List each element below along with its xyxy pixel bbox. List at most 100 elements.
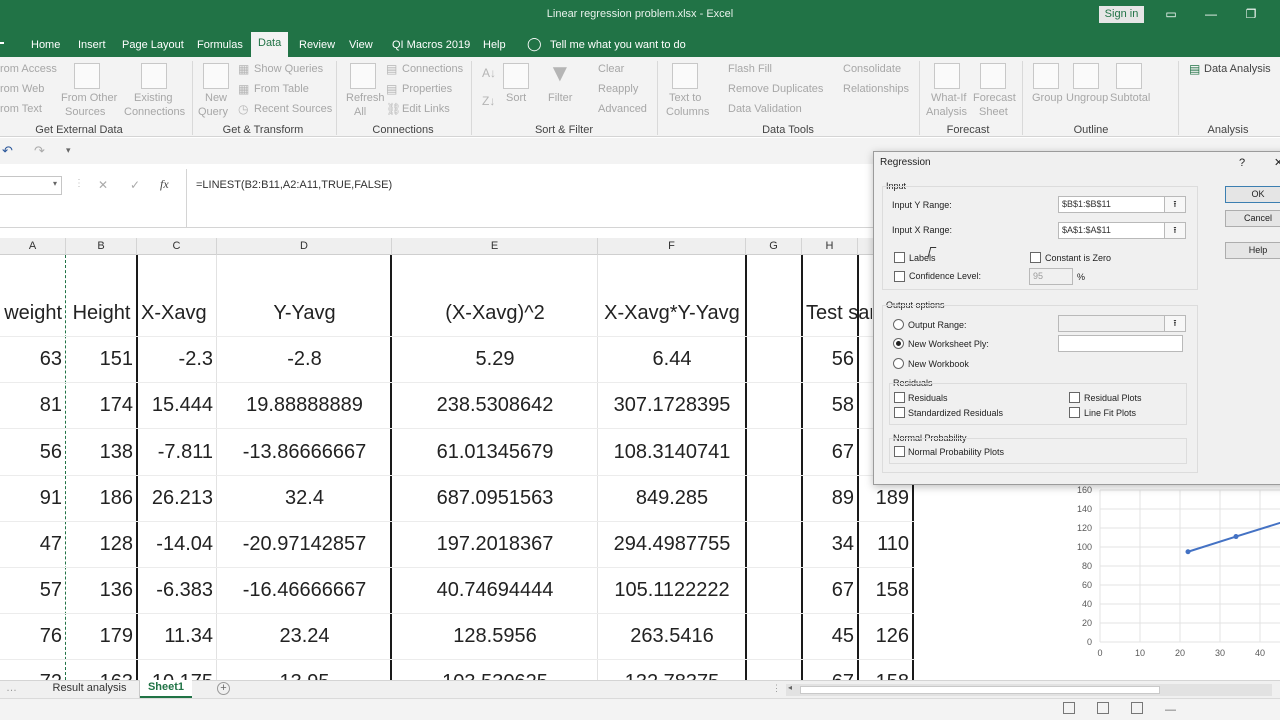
redo-icon[interactable]: ↷ [34, 143, 45, 159]
cell[interactable]: 67 [802, 659, 858, 680]
column-header-a[interactable]: A [0, 238, 66, 255]
column-header-g[interactable]: G [746, 238, 802, 255]
cell[interactable]: 10.175 [137, 659, 217, 680]
advanced-button[interactable]: Advanced [598, 103, 647, 116]
cell[interactable]: 103.530625 [392, 659, 598, 680]
cell[interactable]: 26.213 [137, 475, 217, 521]
tab-formulas[interactable]: Formulas [197, 37, 243, 59]
remove-duplicates-button[interactable]: Remove Duplicates [728, 83, 823, 96]
output-range-radio[interactable] [893, 319, 904, 330]
tab-qi-macros[interactable]: QI Macros 2019 [392, 37, 470, 59]
cell[interactable]: 158 [858, 567, 913, 613]
cancel-entry-icon[interactable]: ✕ [98, 178, 108, 192]
residual-plots-checkbox[interactable] [1069, 392, 1080, 403]
cell[interactable]: 849.285 [598, 475, 746, 521]
what-if-analysis-label[interactable]: Analysis [926, 106, 967, 119]
from-web-button[interactable]: rom Web [0, 83, 44, 96]
cell[interactable]: -6.383 [137, 567, 217, 613]
header-cell-y-yavg[interactable]: Y-Yavg [217, 290, 392, 336]
cell[interactable]: -13.86666667 [217, 429, 392, 475]
tab-split-handle-icon[interactable]: ⋮ [772, 683, 781, 694]
cell[interactable]: 47 [0, 521, 66, 567]
query-label[interactable]: Query [198, 106, 228, 119]
cell[interactable]: 56 [802, 336, 858, 382]
insert-function-icon[interactable]: fx [160, 177, 169, 192]
cell[interactable]: 110 [858, 521, 913, 567]
sheet-tab-result-analysis[interactable]: Result analysis [40, 681, 140, 699]
dialog-help-icon[interactable]: ? [1239, 157, 1245, 169]
horizontal-scroll-thumb[interactable] [800, 686, 1160, 694]
cell[interactable]: -20.97142857 [217, 521, 392, 567]
column-header-h[interactable]: H [802, 238, 858, 255]
sheet-scroll-prev-icon[interactable]: … [6, 682, 17, 694]
tab-view[interactable]: View [349, 37, 373, 59]
scatter-chart[interactable]: 160 140 120 100 80 60 40 20 0 0 10 20 30 40 [1068, 485, 1280, 680]
restore-icon[interactable]: ❐ [1243, 6, 1259, 22]
scroll-left-icon[interactable]: ◂ [788, 683, 792, 692]
confidence-field[interactable]: 95 [1029, 268, 1073, 285]
cancel-button[interactable]: Cancel [1225, 210, 1280, 227]
cell[interactable]: -16.46666667 [217, 567, 392, 613]
cell[interactable]: -2.8 [217, 336, 392, 382]
existing-label[interactable]: Existing [134, 92, 173, 105]
cell[interactable]: 67 [802, 567, 858, 613]
cell[interactable]: 56 [0, 429, 66, 475]
new-query-label[interactable]: New [205, 92, 227, 105]
header-cell-product[interactable]: X-Xavg*Y-Yavg [598, 290, 746, 336]
input-y-collapse-icon[interactable]: ⭱ [1164, 196, 1186, 213]
cell[interactable]: 5.29 [392, 336, 598, 382]
tab-data[interactable]: Data [251, 32, 289, 57]
cell[interactable]: 89 [802, 475, 858, 521]
columns-label[interactable]: Columns [666, 106, 709, 119]
cell[interactable]: 67 [802, 429, 858, 475]
relationships-button[interactable]: Relationships [843, 83, 909, 96]
forecast-sheet-label[interactable]: Sheet [979, 106, 1008, 119]
tab-review[interactable]: Review [299, 37, 335, 59]
cell[interactable]: 58 [802, 382, 858, 428]
cell[interactable]: 105.1122222 [598, 567, 746, 613]
edit-links-button[interactable]: Edit Links [402, 103, 450, 116]
residuals-checkbox[interactable] [894, 392, 905, 403]
cell[interactable]: 108.3140741 [598, 429, 746, 475]
cell[interactable]: 15.444 [137, 382, 217, 428]
cell[interactable]: 138 [66, 429, 137, 475]
header-cell-x-xavg[interactable]: X-Xavg [137, 290, 217, 336]
forecast-label[interactable]: Forecast [973, 92, 1016, 105]
tab-insert[interactable]: Insert [78, 37, 106, 59]
cell[interactable]: 11.34 [137, 613, 217, 659]
labels-checkbox[interactable] [894, 252, 905, 263]
cell[interactable]: 151 [66, 336, 137, 382]
new-workbook-radio[interactable] [893, 358, 904, 369]
minimize-icon[interactable]: — [1203, 6, 1219, 22]
cell[interactable]: 132.78375 [598, 659, 746, 680]
refresh-all-label[interactable]: All [354, 106, 366, 119]
cell[interactable]: 23.24 [217, 613, 392, 659]
sort-za-icon[interactable]: Z↓ [482, 94, 495, 108]
header-cell-weight[interactable]: weight [0, 290, 66, 336]
connections-label[interactable]: Connections [124, 106, 185, 119]
cell[interactable]: 307.1728395 [598, 382, 746, 428]
cell[interactable]: 45 [802, 613, 858, 659]
cell[interactable]: 136 [66, 567, 137, 613]
zoom-out-icon[interactable]: — [1165, 704, 1176, 716]
cell[interactable]: 126 [858, 613, 913, 659]
formula-input[interactable]: =LINEST(B2:B11,A2:A11,TRUE,FALSE) [196, 179, 392, 191]
add-sheet-icon[interactable]: + [217, 682, 230, 695]
output-range-collapse-icon[interactable]: ⭱ [1164, 315, 1186, 332]
cell[interactable]: 6.44 [598, 336, 746, 382]
flash-fill-button[interactable]: Flash Fill [728, 63, 772, 76]
line-fit-plots-checkbox[interactable] [1069, 407, 1080, 418]
header-cell-test-sample[interactable]: Test sar [802, 290, 872, 336]
cell[interactable]: -2.3 [137, 336, 217, 382]
new-worksheet-radio[interactable] [893, 338, 904, 349]
text-to-label[interactable]: Text to [669, 92, 701, 105]
what-if-label[interactable]: What-If [931, 92, 966, 105]
confidence-checkbox[interactable] [894, 271, 905, 282]
cell[interactable]: 174 [66, 382, 137, 428]
cell[interactable]: 263.5416 [598, 613, 746, 659]
cell[interactable]: 63 [0, 336, 66, 382]
input-x-range-field[interactable]: $A$1:$A$11 [1058, 222, 1166, 239]
new-worksheet-field[interactable] [1058, 335, 1183, 352]
cell[interactable]: 40.74694444 [392, 567, 598, 613]
output-range-field[interactable] [1058, 315, 1166, 332]
